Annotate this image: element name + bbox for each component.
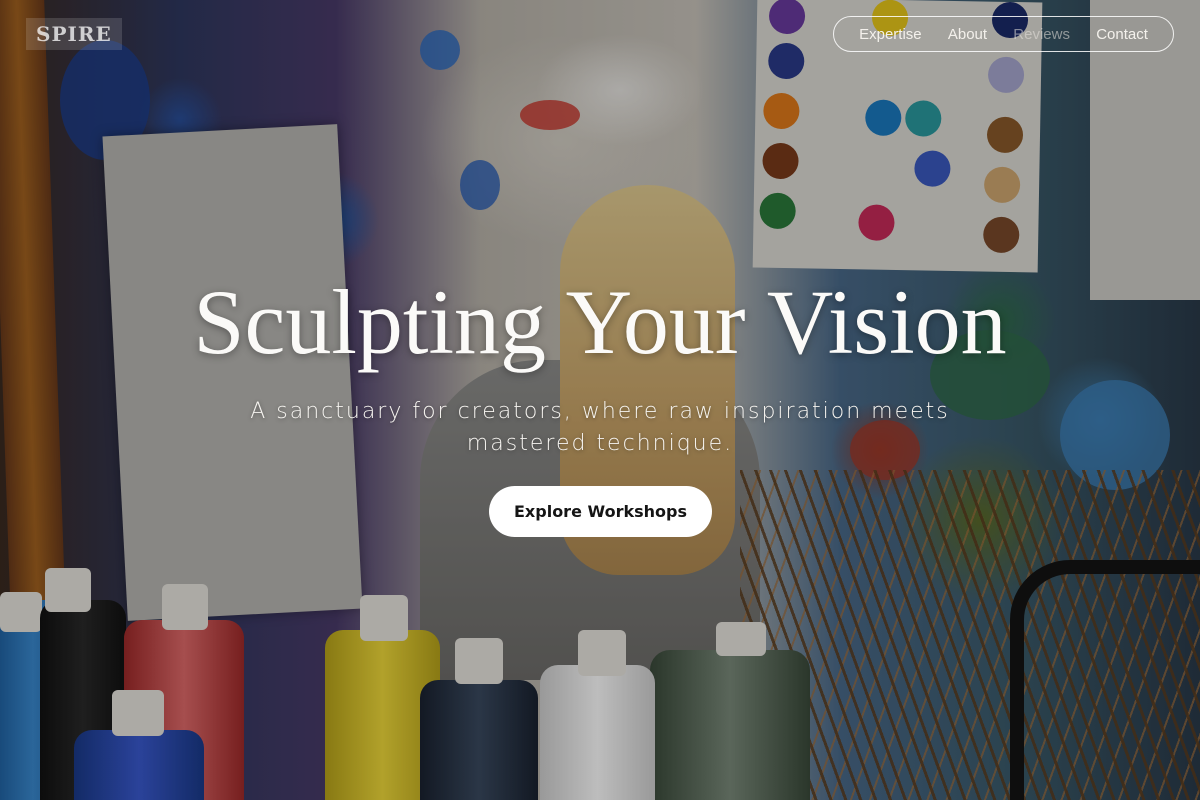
nav-item-expertise[interactable]: Expertise [859,26,922,43]
hero-title: Sculpting Your Vision [193,271,1007,373]
nav-item-about[interactable]: About [948,26,987,43]
nav-item-contact[interactable]: Contact [1096,26,1148,43]
brand-logo[interactable]: SPIRE [26,18,122,50]
hero-subtitle: A sanctuary for creators, where raw insp… [250,399,950,456]
explore-workshops-button[interactable]: Explore Workshops [489,486,712,537]
nav-item-reviews[interactable]: Reviews [1013,26,1070,43]
main-nav: Expertise About Reviews Contact [833,16,1174,52]
